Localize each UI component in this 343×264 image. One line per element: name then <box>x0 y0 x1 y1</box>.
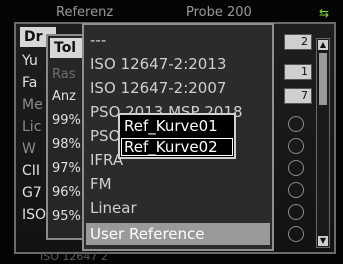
radio-button[interactable] <box>288 226 304 242</box>
dropdown-item[interactable]: ISO 12647-2:2007 <box>86 77 270 99</box>
value-field[interactable]: 1 <box>284 64 312 80</box>
setting-row[interactable]: CII <box>22 160 40 182</box>
setting-row[interactable]: G7 <box>22 182 42 204</box>
tolerance-row[interactable]: 99% <box>52 110 86 132</box>
tolerance-row[interactable]: 97% <box>52 158 86 180</box>
scrollbar[interactable]: ▲ ▼ <box>316 38 330 248</box>
dropdown-item[interactable]: FM <box>86 173 270 195</box>
popup-item[interactable]: Ref_Kurve01 <box>120 116 234 136</box>
dropdown-item[interactable]: Linear <box>86 197 270 219</box>
scroll-down-icon[interactable]: ▼ <box>318 236 328 246</box>
radio-button[interactable] <box>288 182 304 198</box>
tolerance-row[interactable]: 96% <box>52 182 86 204</box>
tolerance-row[interactable]: Ras <box>52 64 86 86</box>
tab-bar: Referenz Probe 200 ⇆ <box>6 4 336 22</box>
scroll-up-icon[interactable]: ▲ <box>318 40 328 50</box>
swap-arrows-icon[interactable]: ⇆ <box>319 5 337 21</box>
setting-row[interactable]: Me <box>22 94 43 116</box>
setting-row[interactable]: Yu <box>22 50 38 72</box>
radio-button[interactable] <box>288 160 304 176</box>
value-field[interactable]: 2 <box>284 34 312 50</box>
setting-row[interactable]: Fa <box>22 72 37 94</box>
tolerance-row[interactable]: 98% <box>52 134 86 156</box>
radio-button[interactable] <box>288 138 304 154</box>
setting-row[interactable]: Lic <box>22 116 41 138</box>
radio-button[interactable] <box>288 204 304 220</box>
background-footer-text: ISO 12647 2 <box>40 250 108 263</box>
dropdown-item[interactable]: ISO 12647-2:2013 <box>86 53 270 75</box>
tab-reference[interactable]: Referenz <box>56 4 113 22</box>
dropdown-item[interactable]: --- <box>86 29 270 51</box>
setting-row[interactable]: W <box>22 138 36 160</box>
tab-probe[interactable]: Probe 200 <box>186 4 252 22</box>
value-column: 2 1 7 <box>284 28 312 246</box>
tolerance-panel: Tol Ras Anz 99% 98% 97% 96% 95% <box>46 34 86 240</box>
setting-row[interactable]: ISO <box>22 204 46 226</box>
screen: Referenz Probe 200 ⇆ Dr Yu Fa Me Lic W C… <box>0 0 343 264</box>
tolerance-row[interactable]: 95% <box>52 206 86 228</box>
reference-curve-popup: Ref_Kurve01 Ref_Kurve02 <box>118 113 236 159</box>
dropdown-item-selected[interactable]: User Reference <box>86 223 270 245</box>
tolerance-row[interactable]: Anz <box>52 86 86 108</box>
tolerance-header[interactable]: Tol <box>50 38 86 58</box>
value-field[interactable]: 7 <box>284 88 312 104</box>
scroll-thumb[interactable] <box>319 53 327 105</box>
radio-button[interactable] <box>288 116 304 132</box>
popup-item-highlighted[interactable]: Ref_Kurve02 <box>120 137 234 157</box>
